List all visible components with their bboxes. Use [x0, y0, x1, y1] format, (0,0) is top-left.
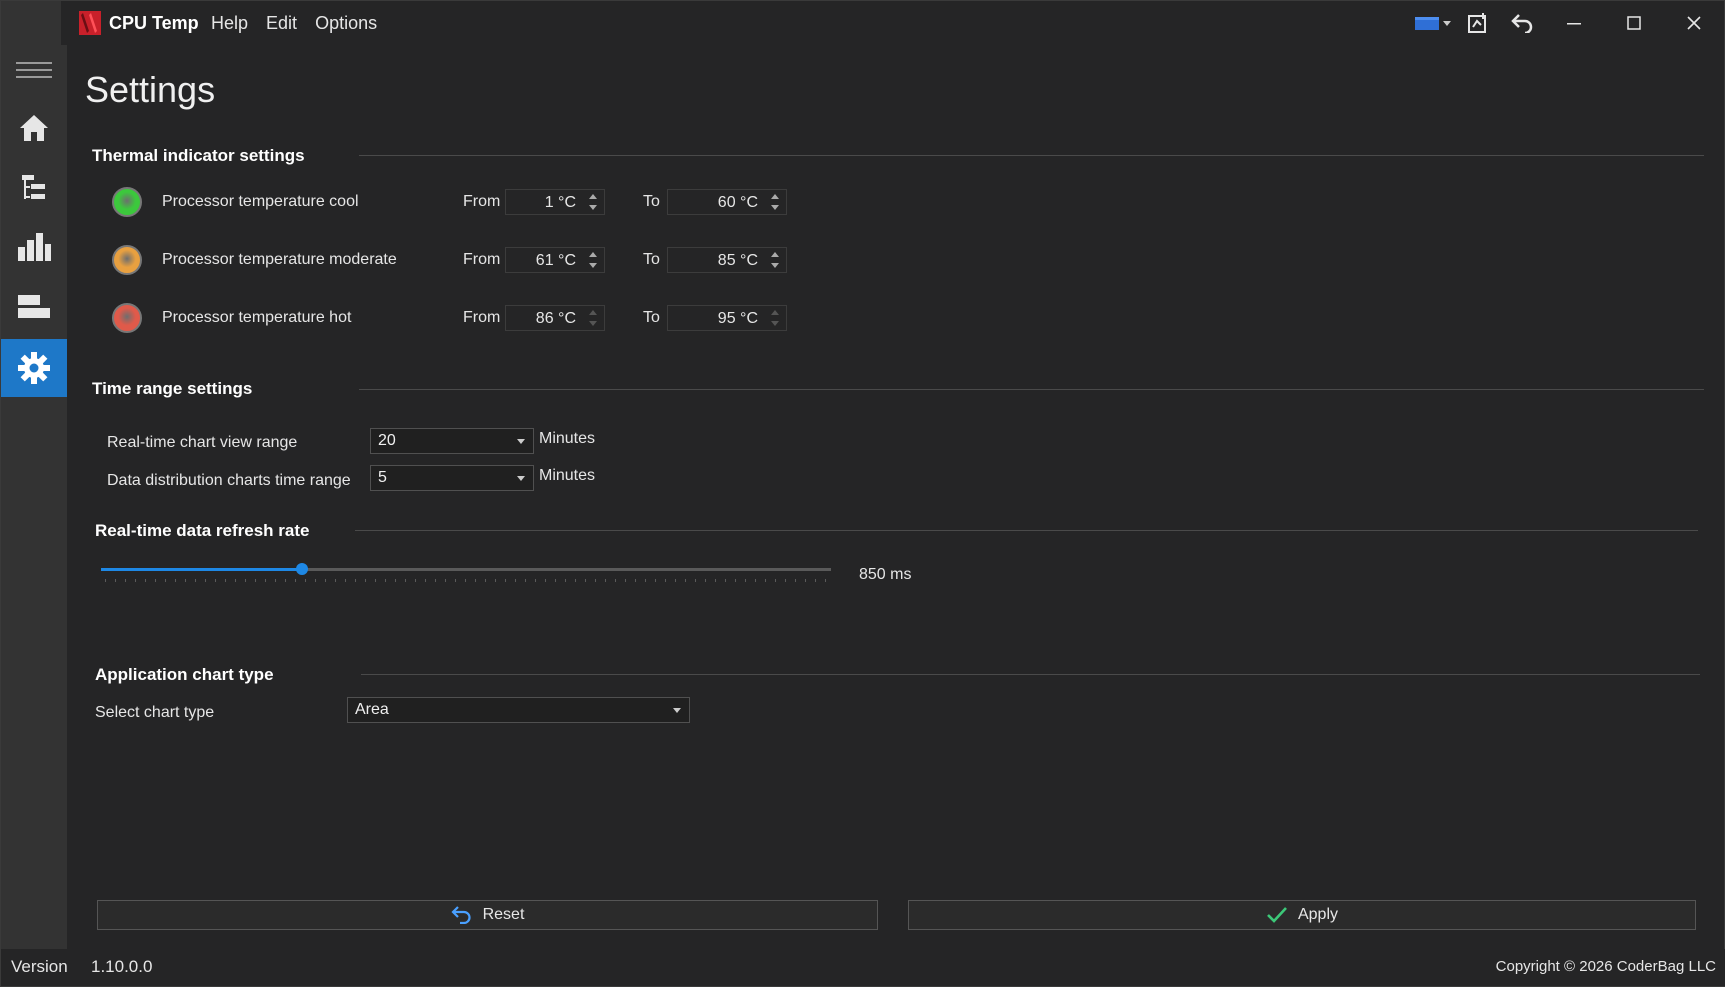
close-icon: [1687, 16, 1701, 30]
thermal-hot-from-input[interactable]: 86 °C: [505, 305, 605, 331]
bar-chart-icon[interactable]: [1, 218, 67, 276]
spinner-arrows-icon[interactable]: [770, 309, 780, 327]
spinner-arrows-icon[interactable]: [770, 193, 780, 211]
realtime-range-label: Real-time chart view range: [107, 434, 298, 451]
refresh-section-title: Real-time data refresh rate: [95, 521, 310, 540]
window-controls: [1410, 1, 1724, 45]
screenshot-icon[interactable]: [1456, 1, 1500, 45]
thermal-section-title: Thermal indicator settings: [92, 146, 305, 165]
version-number: 1.10.0.0: [91, 957, 153, 976]
app-logo-icon: [79, 11, 101, 35]
led-cool-icon: [112, 187, 142, 217]
flag-icon: [1415, 16, 1439, 30]
undo-icon[interactable]: [1500, 1, 1544, 45]
thermal-moderate-from-input[interactable]: 61 °C: [505, 247, 605, 273]
layout-icon[interactable]: [1, 278, 67, 336]
app-window: CPU Temp Help Edit Options Settings Ther…: [0, 0, 1725, 987]
time-range-section-title: Time range settings: [92, 379, 253, 398]
thermal-cool-to-input[interactable]: 60 °C: [667, 189, 787, 215]
app-title: CPU Temp: [109, 13, 199, 33]
thermal-moderate-from-label: From: [463, 251, 501, 268]
realtime-range-unit: Minutes: [539, 430, 596, 447]
menu-options[interactable]: Options: [315, 13, 377, 34]
chart-type-section-title: Application chart type: [95, 665, 274, 684]
distribution-range-select[interactable]: 5: [370, 465, 534, 491]
page-title: Settings: [85, 69, 216, 110]
thermal-hot-to-value: 95 °C: [717, 310, 758, 327]
thermal-cool-from-label: From: [463, 193, 501, 210]
status-bar: Version 1.10.0.0 Copyright © 2026 CoderB…: [1, 949, 1725, 986]
distribution-range-unit: Minutes: [539, 467, 596, 484]
thermal-moderate-to-value: 85 °C: [717, 252, 758, 269]
spinner-arrows-icon[interactable]: [588, 251, 598, 269]
refresh-rate-value: 850 ms: [859, 566, 912, 583]
thermal-cool-to-label: To: [643, 193, 660, 210]
chevron-down-icon: [517, 476, 525, 481]
tree-icon[interactable]: [1, 159, 67, 217]
thermal-hot-to-input[interactable]: 95 °C: [667, 305, 787, 331]
chart-type-value: Area: [355, 701, 389, 718]
thermal-hot-label: Processor temperature hot: [162, 309, 352, 326]
slider-thumb[interactable]: [295, 563, 308, 575]
thermal-moderate-label: Processor temperature moderate: [162, 251, 397, 268]
chart-type-select[interactable]: Area: [347, 697, 690, 723]
distribution-range-value: 5: [378, 469, 387, 486]
thermal-hot-from-label: From: [463, 309, 501, 326]
menu-icon[interactable]: [1, 41, 67, 99]
thermal-hot-to-label: To: [643, 309, 660, 326]
maximize-button[interactable]: [1604, 1, 1664, 45]
realtime-range-select[interactable]: 20: [370, 428, 534, 454]
undo-icon: [451, 906, 471, 924]
minimize-icon: [1567, 23, 1581, 25]
apply-button[interactable]: Apply: [908, 900, 1696, 930]
thermal-cool-label: Processor temperature cool: [162, 193, 359, 210]
chevron-down-icon: [517, 439, 525, 444]
title-bar: CPU Temp Help Edit Options: [61, 1, 1724, 45]
led-moderate-icon: [112, 245, 142, 275]
thermal-moderate-to-input[interactable]: 85 °C: [667, 247, 787, 273]
reset-label: Reset: [482, 906, 525, 923]
thermal-cool-to-value: 60 °C: [717, 194, 758, 211]
menu-help[interactable]: Help: [211, 13, 248, 34]
gear-icon[interactable]: [1, 339, 67, 397]
spinner-arrows-icon[interactable]: [588, 309, 598, 327]
slider-ticks: [105, 579, 826, 582]
minimize-button[interactable]: [1544, 1, 1604, 45]
menu-bar: Help Edit Options: [211, 13, 377, 34]
close-button[interactable]: [1664, 1, 1724, 45]
apply-label: Apply: [1297, 906, 1339, 923]
time-range-divider: [359, 389, 1704, 390]
sidebar-nav: [1, 1, 67, 951]
chart-type-divider: [361, 674, 1700, 675]
thermal-cool-from-input[interactable]: 1 °C: [505, 189, 605, 215]
distribution-range-label: Data distribution charts time range: [107, 472, 351, 489]
language-flag-dropdown[interactable]: [1410, 1, 1456, 45]
spinner-arrows-icon[interactable]: [588, 193, 598, 211]
settings-page: Settings Thermal indicator settings Proc…: [67, 45, 1724, 949]
check-icon: [1267, 907, 1287, 923]
thermal-hot-from-value: 86 °C: [535, 310, 576, 327]
spinner-arrows-icon[interactable]: [770, 251, 780, 269]
thermal-moderate-to-label: To: [643, 251, 660, 268]
refresh-rate-slider[interactable]: [101, 563, 831, 575]
thermal-divider: [359, 155, 1704, 156]
version-label: Version: [11, 957, 68, 976]
realtime-range-value: 20: [378, 432, 396, 449]
menu-edit[interactable]: Edit: [266, 13, 297, 34]
refresh-divider: [355, 530, 1698, 531]
thermal-cool-from-value: 1 °C: [544, 194, 576, 211]
chevron-down-icon: [1443, 20, 1451, 26]
thermal-moderate-from-value: 61 °C: [535, 252, 576, 269]
chart-type-label: Select chart type: [95, 704, 215, 721]
copyright-text: Copyright © 2026 CoderBag LLC: [1495, 958, 1716, 975]
maximize-icon: [1627, 16, 1641, 30]
chevron-down-icon: [673, 708, 681, 713]
home-icon[interactable]: [1, 99, 67, 157]
slider-fill: [101, 568, 302, 571]
reset-button[interactable]: Reset: [97, 900, 878, 930]
led-hot-icon: [112, 303, 142, 333]
